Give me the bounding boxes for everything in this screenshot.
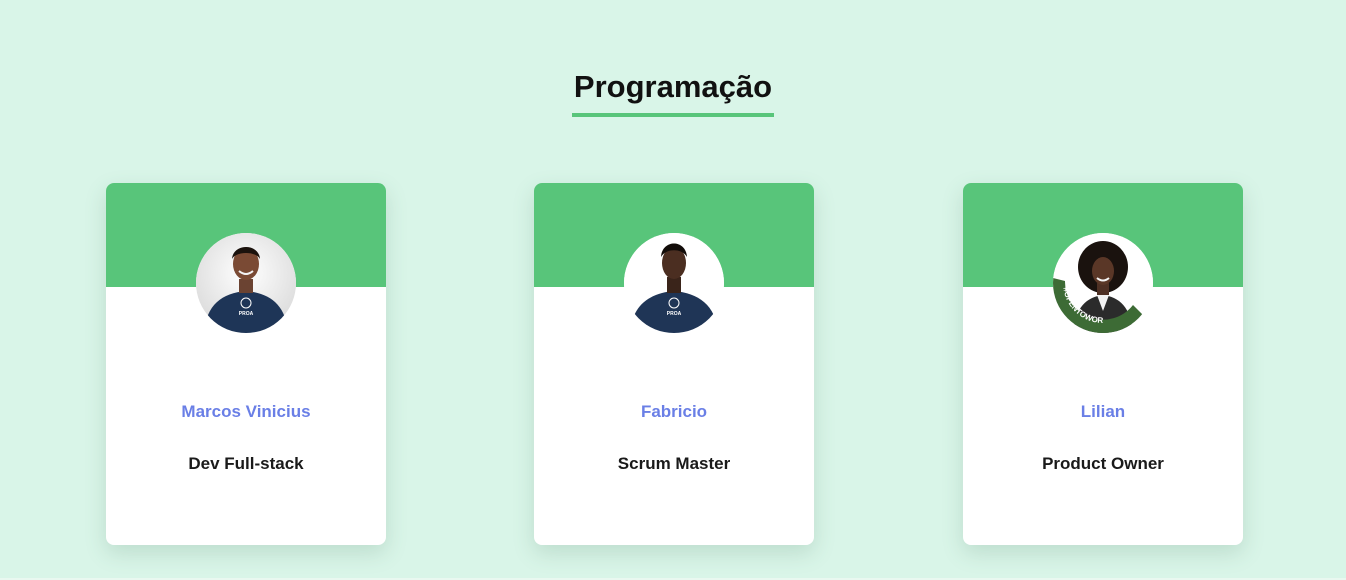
member-role: Dev Full-stack xyxy=(188,454,304,473)
avatar-photo: PROA xyxy=(624,233,724,333)
avatar-photo: PROA xyxy=(196,233,296,333)
profile-photo: PROA xyxy=(196,233,296,333)
member-name: Lilian xyxy=(1080,402,1126,421)
team-card-marcos: PROA Marcos Vinicius Dev Full-stack xyxy=(106,183,386,545)
section-title: Programação xyxy=(571,69,775,117)
team-card-fabricio: PROA Fabricio Scrum Master xyxy=(534,183,814,545)
profile-photo: PROA xyxy=(624,233,724,333)
team-card-lilian: #OPENTOWORK Lilian Product Owner xyxy=(963,183,1243,545)
section-heading: Programação xyxy=(0,68,1346,117)
profile-photo: #OPENTOWORK xyxy=(1053,233,1153,333)
shirt-logo-text: PROA xyxy=(239,311,254,317)
member-name: Marcos Vinicius xyxy=(181,402,311,421)
avatar-photo: #OPENTOWORK xyxy=(1053,233,1153,333)
member-name: Fabricio xyxy=(640,402,708,421)
member-role: Product Owner xyxy=(1042,454,1164,473)
member-role: Scrum Master xyxy=(617,454,731,473)
shirt-logo-text: PROA xyxy=(667,311,682,317)
